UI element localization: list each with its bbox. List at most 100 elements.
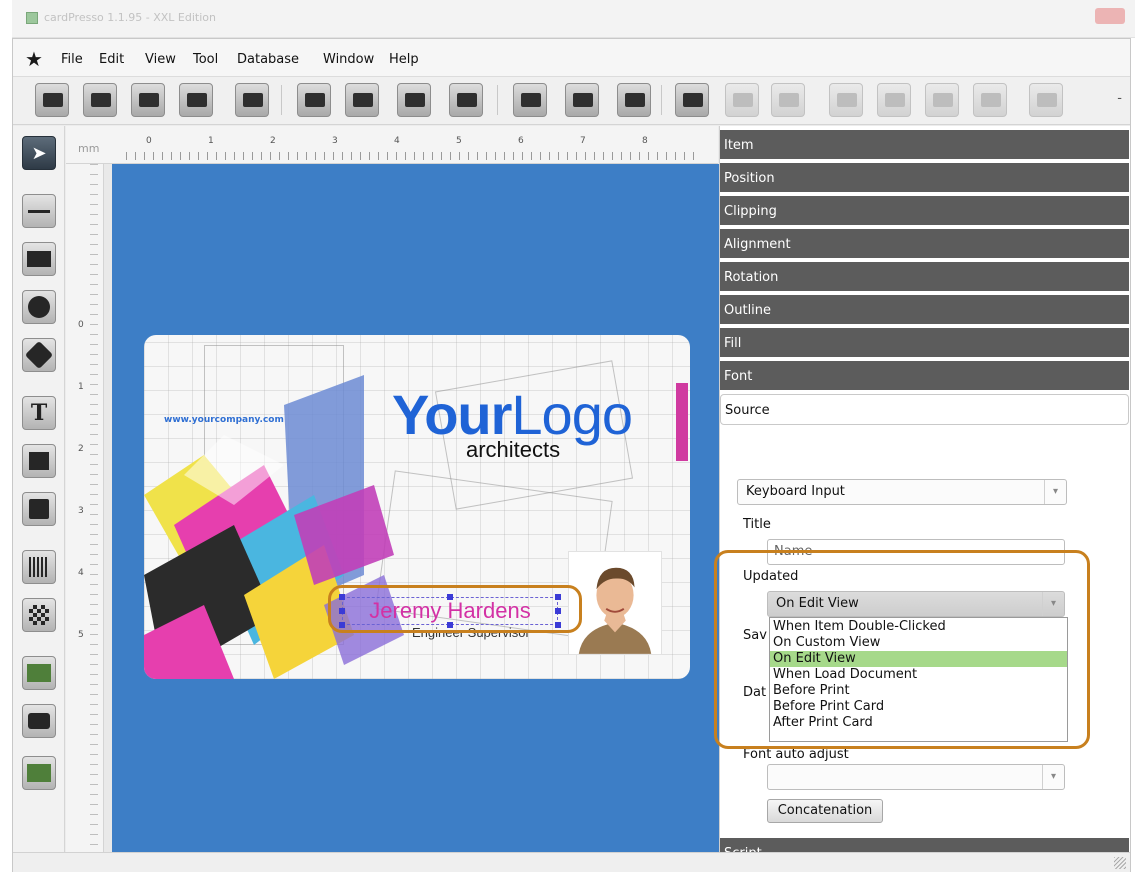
menu-window[interactable]: Window	[323, 52, 374, 67]
resize-grip-icon[interactable]	[1114, 857, 1126, 869]
toolbar-separator	[661, 85, 662, 115]
section-clipping[interactable]: Clipping	[720, 196, 1129, 227]
source-type-select[interactable]: Keyboard Input ▾	[737, 479, 1067, 505]
section-source[interactable]: Source	[720, 394, 1129, 425]
ruler-number: 1	[78, 382, 84, 392]
section-rotation[interactable]: Rotation	[720, 262, 1129, 293]
design-canvas: mm 0 1 2 3 4 5 6 7 8 0 1 2 3 4 5 www.you…	[66, 126, 722, 852]
ruler-number: 3	[332, 136, 338, 146]
open-icon[interactable]	[83, 83, 117, 117]
font-auto-adjust-select[interactable]: ▾	[767, 764, 1065, 790]
calendar-tool-icon[interactable]	[22, 492, 56, 526]
app-icon	[26, 12, 38, 24]
company-logo: YourLogo	[392, 383, 633, 446]
counter-tool-icon[interactable]	[22, 444, 56, 478]
main-window: ★ File Edit View Tool Database Window He…	[12, 38, 1131, 872]
window-title: cardPresso 1.1.95 - XXL Edition	[44, 11, 216, 24]
barcode-tool-icon[interactable]	[22, 550, 56, 584]
horizontal-ruler: mm 0 1 2 3 4 5 6 7 8	[66, 126, 718, 164]
section-item[interactable]: Item	[720, 130, 1129, 161]
ruler-number: 5	[78, 630, 84, 640]
chevron-down-icon: ▾	[1042, 765, 1064, 789]
ruler-number: 2	[270, 136, 276, 146]
status-bar	[13, 852, 1130, 872]
last-record-icon[interactable]	[973, 83, 1007, 117]
concatenation-button[interactable]: Concatenation	[767, 799, 883, 823]
save-icon[interactable]	[131, 83, 165, 117]
photo-tool-icon[interactable]	[22, 756, 56, 790]
layer-icon[interactable]	[345, 83, 379, 117]
star-icon[interactable]: ★	[25, 47, 43, 71]
main-toolbar: -	[13, 77, 1130, 125]
zoom-fit-icon[interactable]	[617, 83, 651, 117]
menu-bar: ★ File Edit View Tool Database Window He…	[13, 39, 1130, 77]
card-workspace[interactable]: www.yourcompany.com YourLogo architects …	[112, 164, 722, 852]
ruler-number: 8	[642, 136, 648, 146]
section-outline[interactable]: Outline	[720, 295, 1129, 326]
select-tool-icon[interactable]: ➤	[22, 136, 56, 170]
section-alignment[interactable]: Alignment	[720, 229, 1129, 260]
menu-database[interactable]: Database	[237, 52, 299, 67]
encode-icon[interactable]	[449, 83, 483, 117]
zoom-in-icon[interactable]	[513, 83, 547, 117]
rectangle-tool-icon[interactable]	[22, 242, 56, 276]
ruler-number: 2	[78, 444, 84, 454]
first-record-icon[interactable]	[829, 83, 863, 117]
accent-bar	[676, 383, 688, 461]
redo-icon[interactable]	[771, 83, 805, 117]
logo-subtitle: architects	[466, 437, 561, 462]
ruler-number: 4	[78, 568, 84, 578]
polygon-tool-icon[interactable]	[22, 338, 56, 372]
menu-edit[interactable]: Edit	[99, 52, 124, 67]
undo-icon[interactable]	[725, 83, 759, 117]
section-fill[interactable]: Fill	[720, 328, 1129, 359]
chevron-down-icon: ▾	[1044, 480, 1066, 504]
ruler-number: 3	[78, 506, 84, 516]
line-tool-icon[interactable]	[22, 194, 56, 228]
previous-record-icon[interactable]	[877, 83, 911, 117]
database-icon[interactable]	[397, 83, 431, 117]
person-icon	[569, 552, 661, 654]
record-icon[interactable]	[675, 83, 709, 117]
text-tool-icon[interactable]: T	[22, 396, 56, 430]
print-icon[interactable]	[235, 83, 269, 117]
menu-tool[interactable]: Tool	[193, 52, 218, 67]
ruler-number: 1	[208, 136, 214, 146]
ruler-number: 4	[394, 136, 400, 146]
name-highlight-annotation	[328, 585, 582, 633]
font-auto-adjust-label: Font auto adjust	[743, 747, 849, 762]
new-card-icon[interactable]	[35, 83, 69, 117]
toolbar-separator	[497, 85, 498, 115]
section-font[interactable]: Font	[720, 361, 1129, 392]
card-settings-icon[interactable]	[179, 83, 213, 117]
ruler-number: 0	[78, 320, 84, 330]
id-card-icon[interactable]	[297, 83, 331, 117]
next-record-icon[interactable]	[925, 83, 959, 117]
toolbar-separator	[281, 85, 282, 115]
toolbar-overflow-icon[interactable]: -	[1117, 91, 1122, 106]
ruler-number: 0	[146, 136, 152, 146]
zoom-out-icon[interactable]	[565, 83, 599, 117]
title-bar: cardPresso 1.1.95 - XXL Edition	[12, 0, 1135, 38]
portrait-photo[interactable]	[568, 551, 662, 655]
ruler-number: 6	[518, 136, 524, 146]
website-text: www.yourcompany.com	[164, 415, 284, 425]
close-window-button[interactable]	[1095, 8, 1125, 24]
left-toolbox: ➤ T	[13, 126, 65, 852]
ruler-number: 7	[580, 136, 586, 146]
qrcode-tool-icon[interactable]	[22, 598, 56, 632]
ellipse-tool-icon[interactable]	[22, 290, 56, 324]
ruler-number: 5	[456, 136, 462, 146]
refresh-icon[interactable]	[1029, 83, 1063, 117]
image-tool-icon[interactable]	[22, 656, 56, 690]
title-label: Title	[743, 517, 771, 532]
menu-view[interactable]: View	[145, 52, 176, 67]
menu-file[interactable]: File	[61, 52, 83, 67]
ruler-unit: mm	[78, 142, 100, 155]
vertical-ruler: 0 1 2 3 4 5	[66, 164, 104, 852]
updated-highlight-annotation	[714, 550, 1090, 749]
section-position[interactable]: Position	[720, 163, 1129, 194]
menu-help[interactable]: Help	[389, 52, 419, 67]
camera-tool-icon[interactable]	[22, 704, 56, 738]
properties-panel: Item Position Clipping Alignment Rotatio…	[714, 126, 1130, 870]
